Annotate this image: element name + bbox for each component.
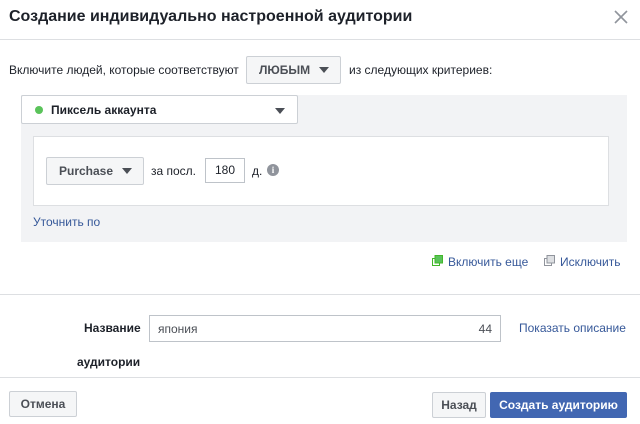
dialog-header: Создание индивидуально настроенной аудит…	[0, 0, 640, 40]
footer-divider	[0, 377, 640, 378]
char-count: 44	[478, 322, 492, 336]
period-label: за посл.	[151, 164, 197, 178]
exclude-icon	[544, 255, 555, 266]
source-dropdown[interactable]: Пиксель аккаунта	[21, 95, 298, 124]
dialog-title: Создание индивидуально настроенной аудит…	[9, 8, 413, 25]
create-audience-button[interactable]: Создать аудиторию	[490, 392, 627, 418]
cancel-button[interactable]: Отмена	[9, 391, 77, 417]
show-description-link[interactable]: Показать описание	[519, 321, 626, 335]
close-icon[interactable]	[610, 6, 632, 28]
audience-name-input[interactable]: япония 44	[149, 315, 501, 342]
status-dot-icon	[35, 106, 43, 114]
include-more-icon	[432, 255, 443, 266]
chevron-down-icon	[275, 108, 285, 114]
audience-name-label: Название	[84, 321, 141, 335]
divider	[0, 294, 640, 295]
chevron-down-icon	[319, 67, 330, 73]
info-icon[interactable]: i	[267, 164, 279, 176]
include-prefix-text: Включите людей, которые соответствуют	[9, 63, 239, 77]
back-button[interactable]: Назад	[432, 392, 486, 418]
source-label: Пиксель аккаунта	[51, 103, 157, 117]
match-type-dropdown[interactable]: ЛЮБЫМ	[246, 56, 341, 84]
match-type-label: ЛЮБЫМ	[259, 63, 311, 77]
audience-name-label-line2: аудитории	[77, 355, 141, 369]
chevron-down-icon	[122, 168, 133, 174]
event-label: Purchase	[59, 164, 114, 178]
refine-link[interactable]: Уточнить по	[33, 215, 100, 229]
include-more-link[interactable]: Включить еще	[448, 255, 528, 269]
event-dropdown[interactable]: Purchase	[46, 157, 144, 185]
days-unit: д.	[252, 164, 263, 178]
include-suffix-text: из следующих критериев:	[349, 63, 493, 77]
exclude-link[interactable]: Исключить	[560, 255, 620, 269]
days-input[interactable]: 180	[205, 158, 245, 183]
audience-name-value: япония	[158, 322, 198, 336]
